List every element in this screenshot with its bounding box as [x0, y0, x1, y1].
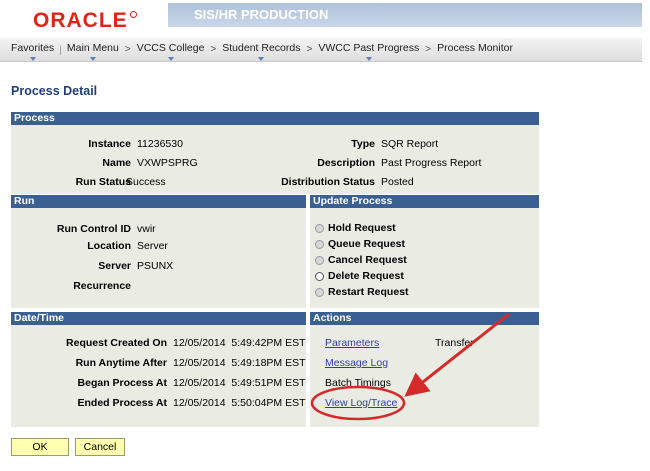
message-log-link[interactable]: Message Log	[325, 357, 388, 369]
nav-vccs-college[interactable]: VCCS College	[137, 42, 204, 61]
run-status-value: Success	[126, 176, 166, 188]
radio-button[interactable]	[315, 239, 324, 249]
cancel-request-label: Cancel Request	[328, 254, 407, 266]
hold-request-option[interactable]: Hold Request	[315, 222, 396, 234]
request-created-value: 12/05/2014 5:49:42PM EST	[173, 337, 306, 349]
breadcrumb-separator: >	[124, 44, 131, 55]
recurrence-label: Recurrence	[73, 280, 131, 292]
restart-request-option[interactable]: Restart Request	[315, 286, 409, 298]
run-status-label: Run Status	[75, 176, 131, 188]
server-label: Server	[98, 260, 131, 272]
distribution-status-value: Posted	[381, 176, 414, 188]
restart-request-label: Restart Request	[328, 286, 409, 298]
page-title: Process Detail	[11, 84, 98, 98]
breadcrumb-separator: >	[210, 44, 217, 55]
cancel-button[interactable]: Cancel	[75, 438, 125, 456]
radio-button[interactable]	[315, 255, 324, 265]
description-label: Description	[317, 157, 375, 169]
banner: ORACLE SIS/HR PRODUCTION	[0, 0, 650, 38]
distribution-status-label: Distribution Status	[281, 176, 375, 188]
breadcrumb-separator: >	[306, 44, 313, 55]
update-process-panel: Update Process Hold Request Queue Reques…	[310, 195, 539, 308]
parameters-link[interactable]: Parameters	[325, 337, 379, 349]
radio-button[interactable]	[315, 223, 324, 233]
environment-title: SIS/HR PRODUCTION	[194, 7, 329, 22]
actions-panel-header: Actions	[310, 312, 539, 325]
nav-main-menu[interactable]: Main Menu	[67, 42, 119, 61]
type-value: SQR Report	[381, 138, 439, 150]
ended-process-value: 12/05/2014 5:50:04PM EST	[173, 397, 306, 409]
description-value: Past Progress Report	[381, 157, 482, 169]
run-panel-header: Run	[11, 195, 306, 208]
hold-request-label: Hold Request	[328, 222, 396, 234]
ok-button[interactable]: OK	[11, 438, 69, 456]
run-anytime-label: Run Anytime After	[75, 357, 167, 369]
breadcrumb: Favorites | Main Menu > VCCS College > S…	[0, 38, 642, 62]
actions-panel: Actions Parameters Transfer Message Log …	[310, 312, 539, 427]
type-label: Type	[351, 138, 375, 150]
run-control-id-label: Run Control ID	[56, 223, 131, 235]
update-process-header: Update Process	[310, 195, 539, 208]
began-process-value: 12/05/2014 5:49:51PM EST	[173, 377, 306, 389]
breadcrumb-separator: >	[425, 44, 432, 55]
nav-process-monitor[interactable]: Process Monitor	[437, 42, 513, 57]
environment-bar: SIS/HR PRODUCTION	[168, 3, 642, 27]
location-label: Location	[87, 240, 131, 252]
radio-button[interactable]	[315, 287, 324, 297]
name-label: Name	[102, 157, 131, 169]
delete-request-label: Delete Request	[328, 270, 404, 282]
process-panel: Process Instance 11236530 Name VXWPSPRG …	[11, 112, 539, 194]
nav-student-records[interactable]: Student Records	[222, 42, 300, 61]
location-value: Server	[137, 240, 168, 252]
queue-request-option[interactable]: Queue Request	[315, 238, 405, 250]
delete-request-option[interactable]: Delete Request	[315, 270, 404, 282]
run-anytime-value: 12/05/2014 5:49:18PM EST	[173, 357, 306, 369]
nav-vwcc-past-progress[interactable]: VWCC Past Progress	[318, 42, 419, 61]
request-created-label: Request Created On	[66, 337, 167, 349]
process-panel-header: Process	[11, 112, 539, 125]
nav-favorites[interactable]: Favorites	[11, 42, 54, 61]
datetime-panel: Date/Time Request Created On 12/05/2014 …	[11, 312, 306, 427]
run-control-id-value: vwir	[137, 223, 156, 235]
run-panel: Run Run Control ID vwir Location Server …	[11, 195, 306, 308]
server-value: PSUNX	[137, 260, 174, 272]
nav-divider: |	[59, 43, 62, 56]
oracle-logo: ORACLE	[33, 9, 137, 33]
radio-button[interactable]	[315, 271, 324, 281]
instance-label: Instance	[88, 138, 131, 150]
queue-request-label: Queue Request	[328, 238, 406, 250]
transfer-text: Transfer	[435, 337, 474, 349]
datetime-panel-header: Date/Time	[11, 312, 306, 325]
instance-value: 11236530	[137, 138, 183, 150]
batch-timings-text: Batch Timings	[325, 377, 391, 389]
view-log-trace-link[interactable]: View Log/Trace	[325, 397, 397, 409]
ended-process-label: Ended Process At	[77, 397, 167, 409]
name-value: VXWPSPRG	[137, 157, 198, 169]
cancel-request-option[interactable]: Cancel Request	[315, 254, 407, 266]
began-process-label: Began Process At	[77, 377, 167, 389]
